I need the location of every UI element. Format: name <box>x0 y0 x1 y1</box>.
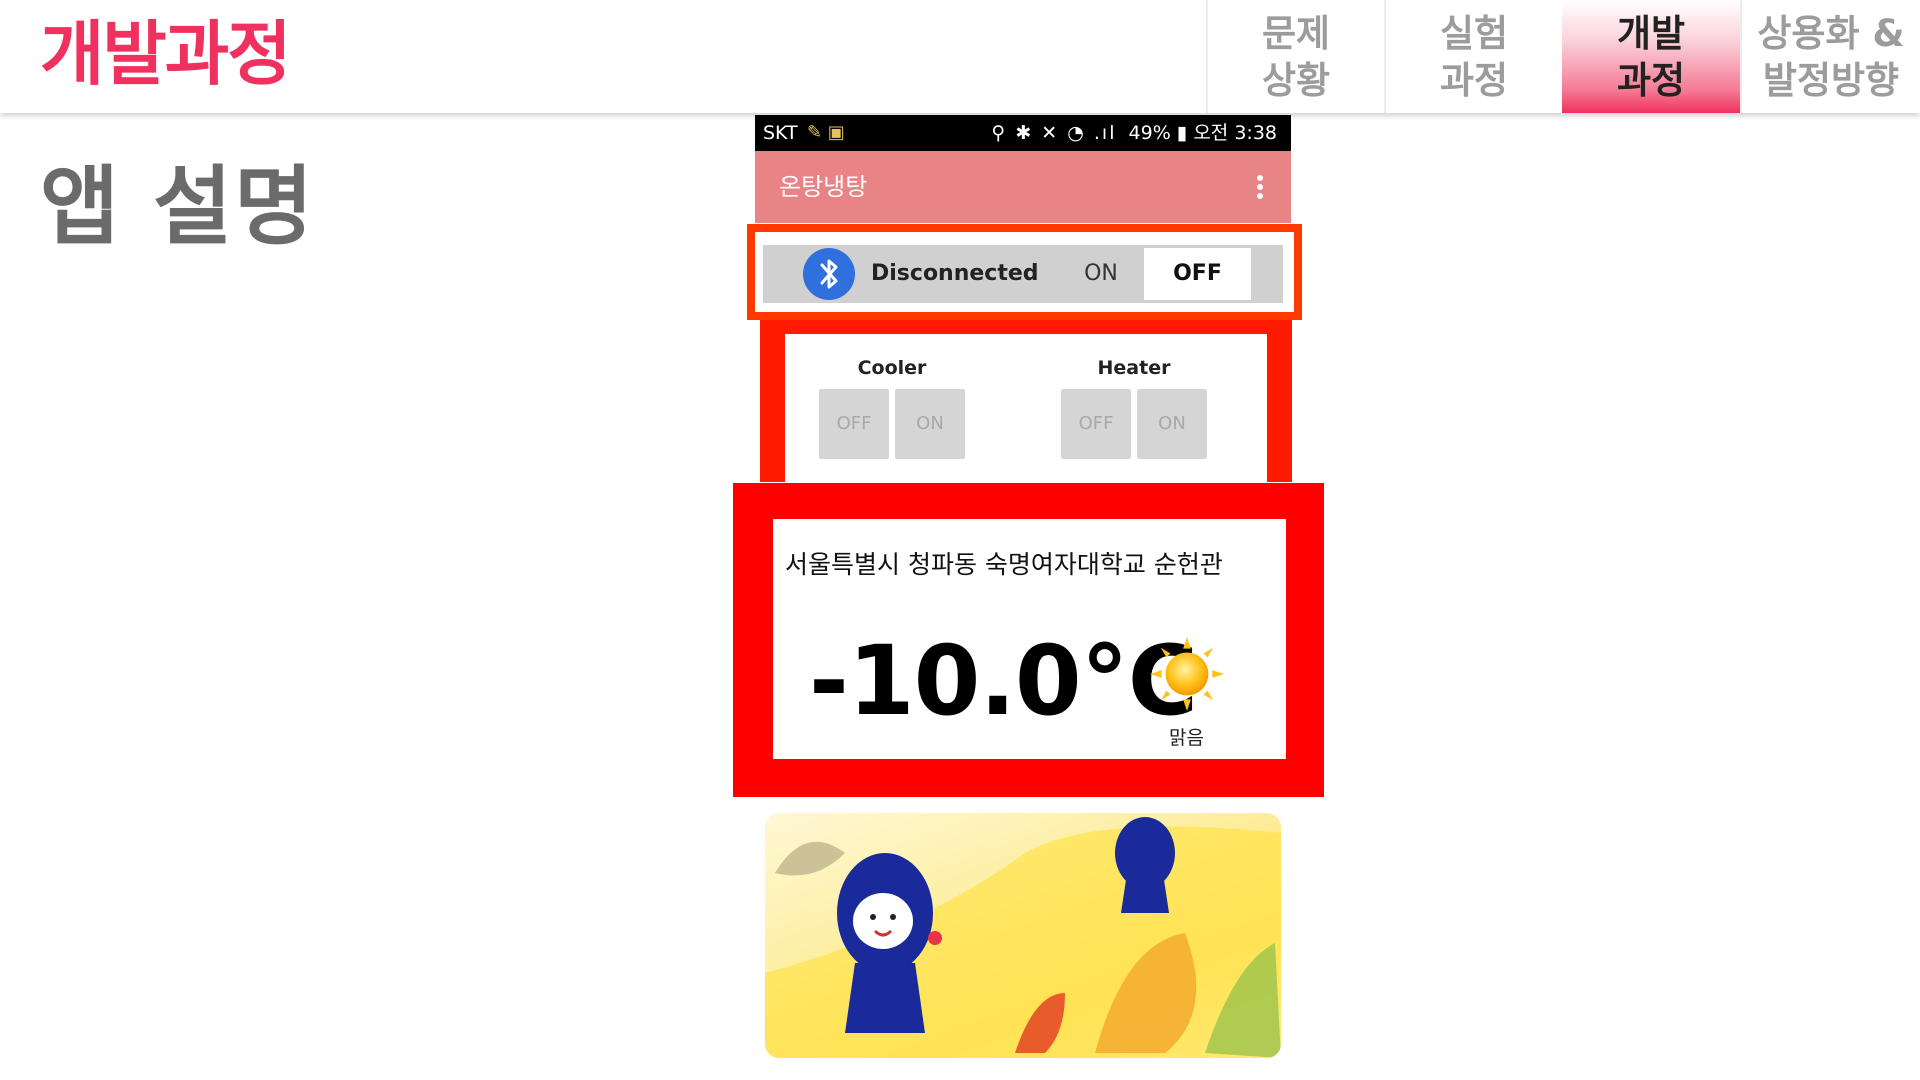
battery-icon: ▮ <box>1176 122 1188 144</box>
notification-icons: ✎ ▣ <box>807 122 845 143</box>
highlight-controls-area <box>760 320 1292 482</box>
system-status-icons: ⚲ ✱ ✕ ◔ .ıl <box>991 122 1117 144</box>
nav-tabs: 문제 상황 실험 과정 개발 과정 상용화 & 발정방향 <box>1206 0 1920 113</box>
tab-experiment[interactable]: 실험 과정 <box>1384 0 1562 113</box>
clock: 오전 3:38 <box>1193 122 1277 144</box>
app-bar: 온탕냉탕 <box>755 151 1291 223</box>
tab-problem[interactable]: 문제 상황 <box>1206 0 1384 113</box>
page-title: 개발과정 <box>40 13 292 95</box>
mascot-illustration <box>765 813 1281 1058</box>
app-title: 온탕냉탕 <box>779 173 868 201</box>
tab-commercialization[interactable]: 상용화 & 발정방향 <box>1740 0 1920 113</box>
status-right: ⚲ ✱ ✕ ◔ .ıl 49% ▮ 오전 3:38 <box>991 115 1277 151</box>
overflow-menu-icon[interactable] <box>1257 175 1263 199</box>
tab-development[interactable]: 개발 과정 <box>1562 0 1740 113</box>
highlight-weather-area <box>733 483 1324 797</box>
status-bar: SKT ✎ ▣ ⚲ ✱ ✕ ◔ .ıl 49% ▮ 오전 3:38 <box>755 115 1291 151</box>
battery-level: 49% <box>1128 122 1171 144</box>
carrier-label: SKT <box>763 122 798 144</box>
highlight-bluetooth-area <box>747 224 1302 320</box>
header: 개발과정 문제 상황 실험 과정 개발 과정 상용화 & 발정방향 <box>0 0 1920 113</box>
section-title: 앱 설명 <box>40 157 316 257</box>
